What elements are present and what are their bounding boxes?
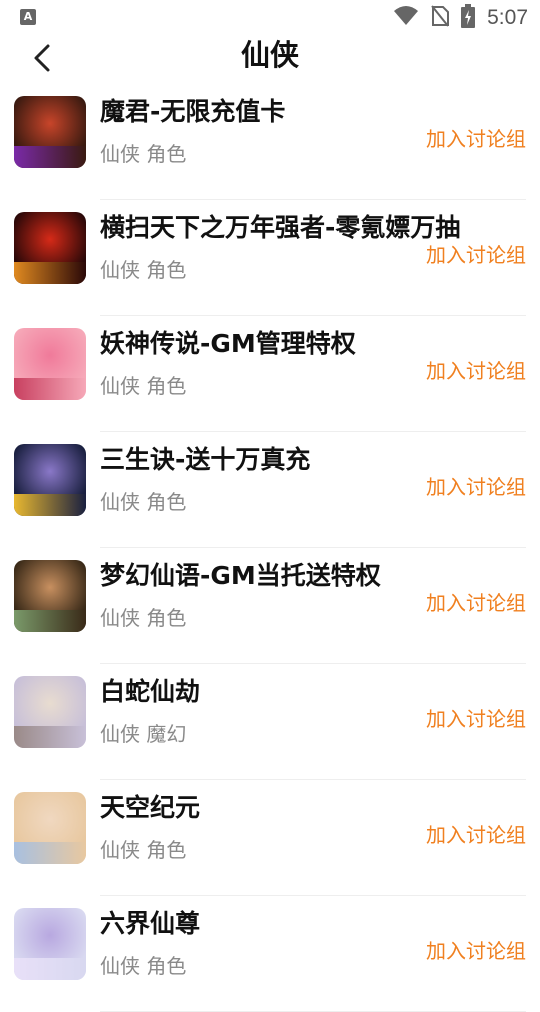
game-icon[interactable] — [14, 676, 86, 748]
game-tags: 仙侠 角色 — [100, 490, 187, 514]
game-icon[interactable] — [14, 212, 86, 284]
game-icon[interactable] — [14, 560, 86, 632]
list-item[interactable]: 三生诀-送十万真充仙侠 角色 加入讨论组 — [0, 432, 540, 548]
list-item[interactable]: 白蛇仙劫仙侠 魔幻 加入讨论组 — [0, 664, 540, 780]
game-icon[interactable] — [14, 444, 86, 516]
game-tags: 仙侠 角色 — [100, 142, 187, 166]
game-title: 横扫天下之万年强者-零氪嫖万抽 — [100, 213, 461, 242]
no-sim-icon — [431, 5, 450, 31]
page-title: 仙侠 — [240, 38, 299, 72]
game-tags: 仙侠 角色 — [100, 606, 187, 630]
game-icon[interactable] — [14, 792, 86, 864]
status-bar: A 5:07 — [0, 0, 540, 36]
game-tags: 仙侠 角色 — [100, 954, 187, 978]
join-discussion-button[interactable]: 加入讨论组 — [426, 356, 526, 386]
game-list: 魔君-无限充值卡 仙侠 角色 加入讨论组 横扫天下之万年强者-零氪嫖万抽 仙侠 角色 加入… — [0, 84, 540, 1012]
game-title: 天空纪元 — [100, 793, 201, 822]
game-title: 梦幻仙语-GM当托送特权 — [100, 561, 381, 590]
join-discussion-button[interactable]: 加入讨论组 — [426, 240, 526, 270]
game-tags: 仙侠 角色 — [100, 374, 187, 398]
game-tags: 仙侠 魔幻 — [100, 722, 187, 746]
join-discussion-button[interactable]: 加入讨论组 — [426, 588, 526, 618]
list-item[interactable]: 妖神传说-GM管理特权仙侠 角色 加入讨论组 — [0, 316, 540, 432]
game-icon[interactable] — [14, 96, 86, 168]
join-discussion-button[interactable]: 加入讨论组 — [426, 472, 526, 502]
game-icon[interactable] — [14, 908, 86, 980]
list-item[interactable]: 六界仙尊仙侠 角色 加入讨论组 — [0, 896, 540, 1012]
list-item[interactable]: 梦幻仙语-GM当托送特权仙侠 角色 加入讨论组 — [0, 548, 540, 664]
battery-charging-icon — [461, 4, 476, 32]
join-discussion-button[interactable]: 加入讨论组 — [426, 820, 526, 850]
wifi-icon — [393, 5, 419, 31]
game-title: 妖神传说-GM管理特权 — [100, 329, 356, 358]
list-item[interactable]: 天空纪元仙侠 角色 加入讨论组 — [0, 780, 540, 896]
notification-app-icon: A — [20, 9, 36, 25]
game-tags: 仙侠 角色 — [100, 838, 187, 862]
game-title: 魔君-无限充值卡 — [100, 97, 286, 126]
game-title: 六界仙尊 — [100, 909, 201, 938]
game-title: 三生诀-送十万真充 — [100, 445, 311, 474]
game-icon[interactable] — [14, 328, 86, 400]
status-icons: 5:07 — [393, 4, 528, 32]
list-item[interactable]: 魔君-无限充值卡仙侠 角色 加入讨论组 — [0, 84, 540, 200]
game-tags: 仙侠 角色 — [100, 258, 187, 282]
join-discussion-button[interactable]: 加入讨论组 — [426, 124, 526, 154]
join-discussion-button[interactable]: 加入讨论组 — [426, 936, 526, 966]
join-discussion-button[interactable]: 加入讨论组 — [426, 704, 526, 734]
game-title: 白蛇仙劫 — [100, 677, 201, 706]
clock: 5:07 — [487, 6, 528, 29]
list-item[interactable]: 横扫天下之万年强者-零氪嫖万抽仙侠 角色 加入讨论组 — [0, 200, 540, 316]
